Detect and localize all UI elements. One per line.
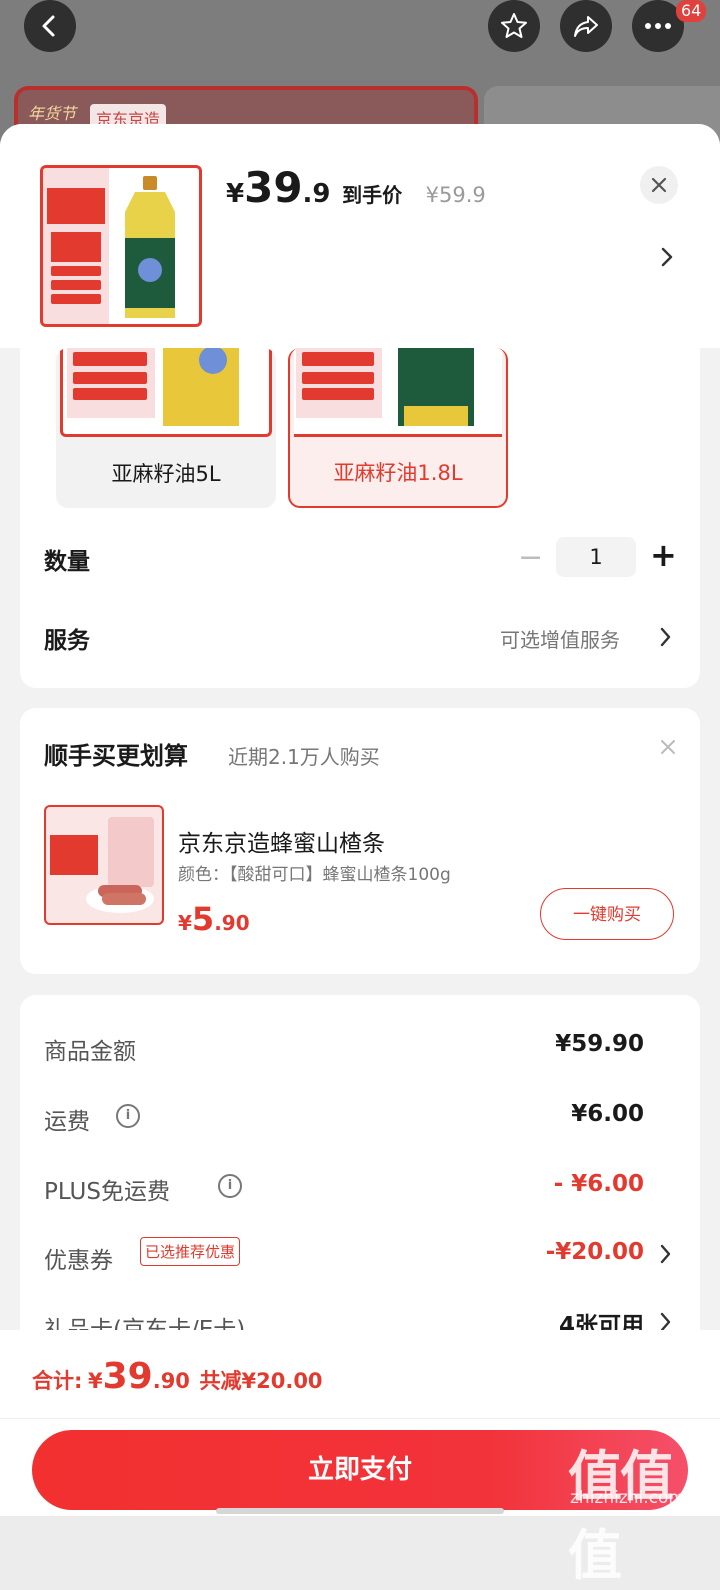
info-icon[interactable]: i	[218, 1174, 242, 1198]
favorite-button[interactable]	[488, 0, 540, 52]
variant-image	[60, 348, 272, 437]
upsell-product-name[interactable]: 京东京造蜂蜜山楂条	[178, 824, 385, 858]
upsell-title: 顺手买更划算	[44, 742, 188, 770]
back-icon	[42, 15, 55, 37]
quantity-label: 数量	[44, 549, 90, 575]
oil-bottle-image	[296, 348, 474, 426]
variant-label: 亚麻籽油1.8L	[333, 461, 463, 485]
price-symbol: ¥	[178, 911, 192, 935]
watermark-logo: 值值值	[568, 1445, 674, 1587]
share-icon	[574, 16, 598, 37]
star-icon	[501, 13, 527, 38]
close-button[interactable]	[640, 166, 678, 204]
quantity-plus-button[interactable]: +	[650, 536, 677, 574]
chevron-right-icon[interactable]	[660, 627, 672, 647]
summary-value-coupon[interactable]: -¥20.00	[440, 1239, 644, 1265]
watermark-site: zhizhizhi.com	[570, 1488, 685, 1508]
home-indicator[interactable]	[216, 1508, 504, 1514]
product-thumbnail[interactable]	[40, 165, 202, 327]
original-price: ¥59.9	[425, 183, 486, 207]
price-symbol: ¥	[226, 179, 245, 209]
promo-brand: 年货节	[28, 104, 77, 123]
chevron-right-icon[interactable]	[660, 246, 674, 268]
price-decimal: .90	[214, 911, 250, 935]
summary-label-shipping: 运费	[44, 1109, 90, 1135]
total-discount: 共减¥20.00	[199, 1369, 323, 1393]
hawthorn-snack-image	[50, 817, 154, 913]
price-integer: 5	[191, 900, 215, 938]
close-icon	[651, 177, 667, 193]
coupon-tag[interactable]: 已选推荐优惠	[140, 1237, 241, 1266]
price-decimal: .9	[302, 179, 331, 209]
total-label: 合计:	[32, 1369, 83, 1393]
chevron-right-icon[interactable]	[660, 1244, 672, 1264]
price-symbol: ¥	[87, 1369, 103, 1393]
upsell-product-image[interactable]	[44, 805, 164, 925]
upsell-product-spec: 颜色：【酸甜可口】蜂蜜山楂条100g	[178, 865, 451, 885]
upsell-subtitle: 近期2.1万人购买	[228, 745, 380, 769]
divider	[0, 1418, 720, 1419]
quantity-input[interactable]: 1	[556, 537, 636, 577]
variant-option-5l[interactable]: 亚麻籽油5L	[56, 348, 276, 508]
more-icon	[645, 23, 671, 29]
notification-badge: 64	[676, 0, 707, 22]
oil-bottle-image	[67, 348, 239, 426]
chevron-right-icon[interactable]	[660, 1312, 672, 1332]
oil-bottle-image	[43, 168, 175, 324]
summary-label-coupon: 优惠券	[44, 1248, 113, 1274]
price-integer: 39	[102, 1356, 153, 1397]
variant-option-1-8l[interactable]: 亚麻籽油1.8L	[288, 348, 508, 508]
variant-image	[294, 348, 502, 437]
sku-price: ¥39.9 到手价 ¥59.9	[226, 163, 486, 212]
summary-label-goods: 商品金额	[44, 1039, 136, 1065]
price-integer: 39	[244, 163, 303, 212]
summary-label-plus: PLUS免运费	[44, 1179, 170, 1205]
summary-value-plus: - ¥6.00	[553, 1171, 644, 1197]
total-price: 合计: ¥39.90 共减¥20.00	[32, 1356, 323, 1397]
service-label: 服务	[44, 628, 90, 654]
price-note: 到手价	[342, 183, 403, 207]
quantity-minus-button[interactable]: −	[518, 540, 543, 575]
price-decimal: .90	[152, 1369, 190, 1393]
service-value[interactable]: 可选增值服务	[500, 624, 620, 653]
back-button[interactable]	[24, 0, 76, 52]
summary-value-goods: ¥59.90	[555, 1031, 644, 1057]
upsell-price: ¥5.90	[178, 900, 250, 938]
close-icon[interactable]	[660, 739, 676, 755]
one-click-buy-button[interactable]: 一键购买	[540, 888, 674, 940]
variant-label: 亚麻籽油5L	[111, 462, 221, 486]
info-icon[interactable]: i	[116, 1104, 140, 1128]
summary-value-shipping: ¥6.00	[571, 1101, 644, 1127]
share-button[interactable]	[560, 0, 612, 52]
